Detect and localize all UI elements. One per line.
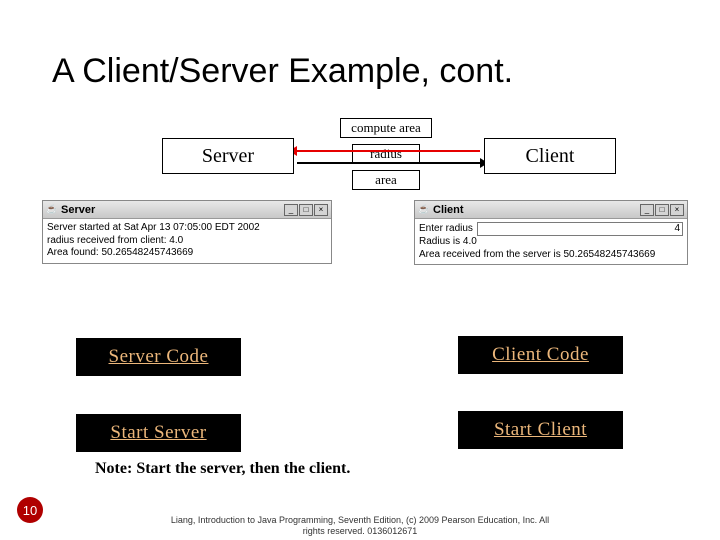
radius-input[interactable]: 4 bbox=[477, 222, 683, 236]
client-box: Client bbox=[484, 138, 616, 174]
start-server-button[interactable]: Start Server bbox=[76, 414, 241, 452]
maximize-button[interactable]: □ bbox=[299, 204, 313, 216]
start-client-button[interactable]: Start Client bbox=[458, 411, 623, 449]
server-log-line: radius received from client: 4.0 bbox=[47, 235, 327, 248]
client-log-line: Area received from the server is 50.2654… bbox=[419, 249, 683, 262]
footer-line: rights reserved. 0136012671 bbox=[0, 526, 720, 536]
client-log-line: Radius is 4.0 bbox=[419, 236, 683, 249]
client-code-button[interactable]: Client Code bbox=[458, 336, 623, 374]
diagram: compute area radius area Server Client bbox=[44, 112, 674, 194]
slide-title: A Client/Server Example, cont. bbox=[52, 52, 513, 91]
footer: Liang, Introduction to Java Programming,… bbox=[0, 515, 720, 536]
client-window-titlebar: ☕ Client _ □ × bbox=[415, 201, 687, 219]
arrow-area bbox=[297, 162, 480, 164]
client-window-title: Client bbox=[433, 204, 639, 216]
minimize-button[interactable]: _ bbox=[640, 204, 654, 216]
label-area: area bbox=[352, 170, 420, 190]
java-icon: ☕ bbox=[46, 204, 58, 216]
server-log-line: Area found: 50.26548245743669 bbox=[47, 247, 327, 260]
close-button[interactable]: × bbox=[314, 204, 328, 216]
maximize-button[interactable]: □ bbox=[655, 204, 669, 216]
minimize-button[interactable]: _ bbox=[284, 204, 298, 216]
server-window-body: Server started at Sat Apr 13 07:05:00 ED… bbox=[43, 219, 331, 263]
java-icon: ☕ bbox=[418, 204, 430, 216]
server-log-line: Server started at Sat Apr 13 07:05:00 ED… bbox=[47, 222, 327, 235]
footer-line: Liang, Introduction to Java Programming,… bbox=[0, 515, 720, 525]
server-window-title: Server bbox=[61, 204, 283, 216]
server-window: ☕ Server _ □ × Server started at Sat Apr… bbox=[42, 200, 332, 264]
client-window-body: Enter radius 4 Radius is 4.0 Area receiv… bbox=[415, 219, 687, 264]
client-window: ☕ Client _ □ × Enter radius 4 Radius is … bbox=[414, 200, 688, 265]
server-code-button[interactable]: Server Code bbox=[76, 338, 241, 376]
server-window-titlebar: ☕ Server _ □ × bbox=[43, 201, 331, 219]
label-radius: radius bbox=[352, 144, 420, 164]
server-box: Server bbox=[162, 138, 294, 174]
label-compute-area: compute area bbox=[340, 118, 432, 138]
arrow-radius bbox=[297, 150, 480, 152]
close-button[interactable]: × bbox=[670, 204, 684, 216]
note-text: Note: Start the server, then the client. bbox=[95, 460, 350, 478]
radius-label: Enter radius bbox=[419, 223, 477, 236]
